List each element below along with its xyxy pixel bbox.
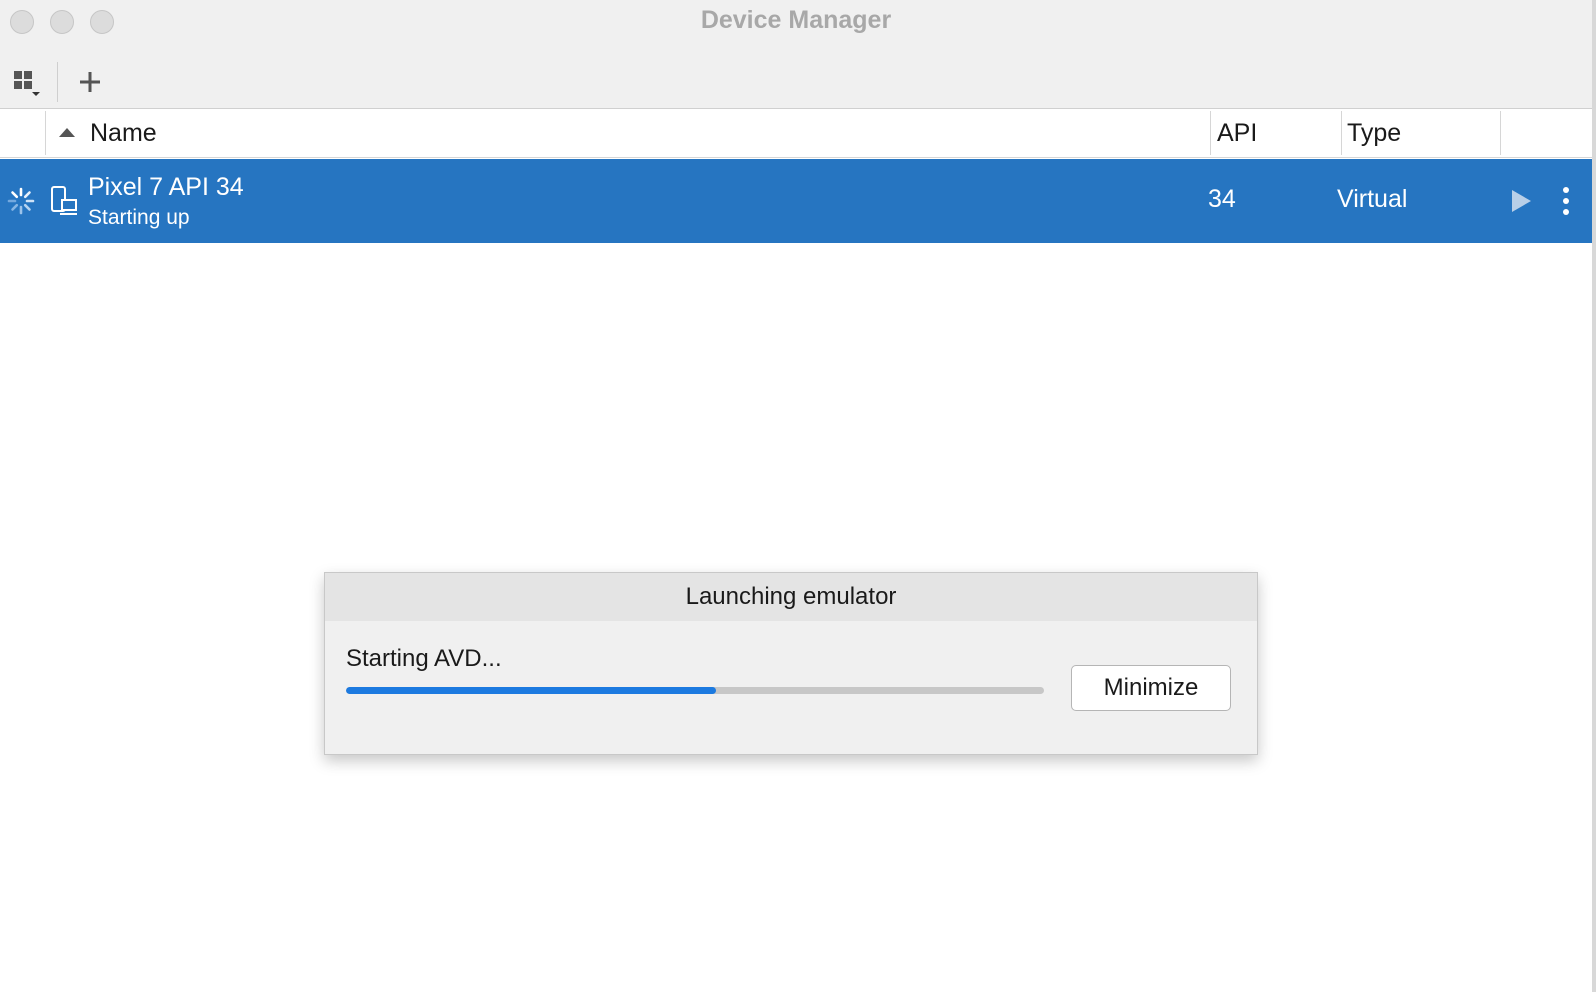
play-icon[interactable]: [1508, 187, 1534, 215]
device-status: Starting up: [88, 206, 190, 229]
minimize-button[interactable]: Minimize: [1071, 665, 1231, 711]
toolbar: [0, 56, 1592, 109]
column-header-name-label: Name: [90, 118, 157, 147]
column-header-api[interactable]: API: [1211, 109, 1341, 157]
column-header-type[interactable]: Type: [1342, 109, 1500, 157]
loading-spinner-icon: [7, 187, 35, 215]
table-header: Name API Type: [0, 109, 1592, 158]
column-header-type-label: Type: [1347, 118, 1402, 147]
column-header-api-label: API: [1217, 118, 1258, 147]
title-bar: Device Manager: [0, 0, 1592, 56]
add-device-button[interactable]: [72, 64, 108, 100]
launching-emulator-dialog: Launching emulator Starting AVD... Minim…: [324, 572, 1258, 755]
dialog-message: Starting AVD...: [346, 645, 502, 672]
window-title: Device Manager: [700, 6, 892, 34]
grid-menu-button[interactable]: [8, 64, 44, 100]
device-icon: [51, 186, 77, 215]
dialog-title: Launching emulator: [325, 573, 1257, 621]
device-api: 34: [1208, 185, 1236, 213]
table-row[interactable]: Pixel 7 API 34 Starting up 34 Virtual: [0, 159, 1592, 243]
column-header-name[interactable]: Name: [46, 109, 1210, 157]
grid-menu-icon: [14, 71, 40, 96]
progress-bar-fill: [346, 687, 716, 694]
column-divider: [1500, 111, 1501, 155]
progress-bar: [346, 687, 1044, 694]
sort-ascending-icon: [59, 128, 75, 137]
plus-icon: [80, 72, 100, 92]
device-manager-window: Device Manager Name API Type Pixel 7 API…: [0, 0, 1596, 992]
device-name: Pixel 7 API 34: [88, 173, 244, 201]
toolbar-separator: [57, 62, 58, 102]
device-type: Virtual: [1337, 185, 1408, 213]
more-vert-icon[interactable]: [1556, 185, 1576, 217]
